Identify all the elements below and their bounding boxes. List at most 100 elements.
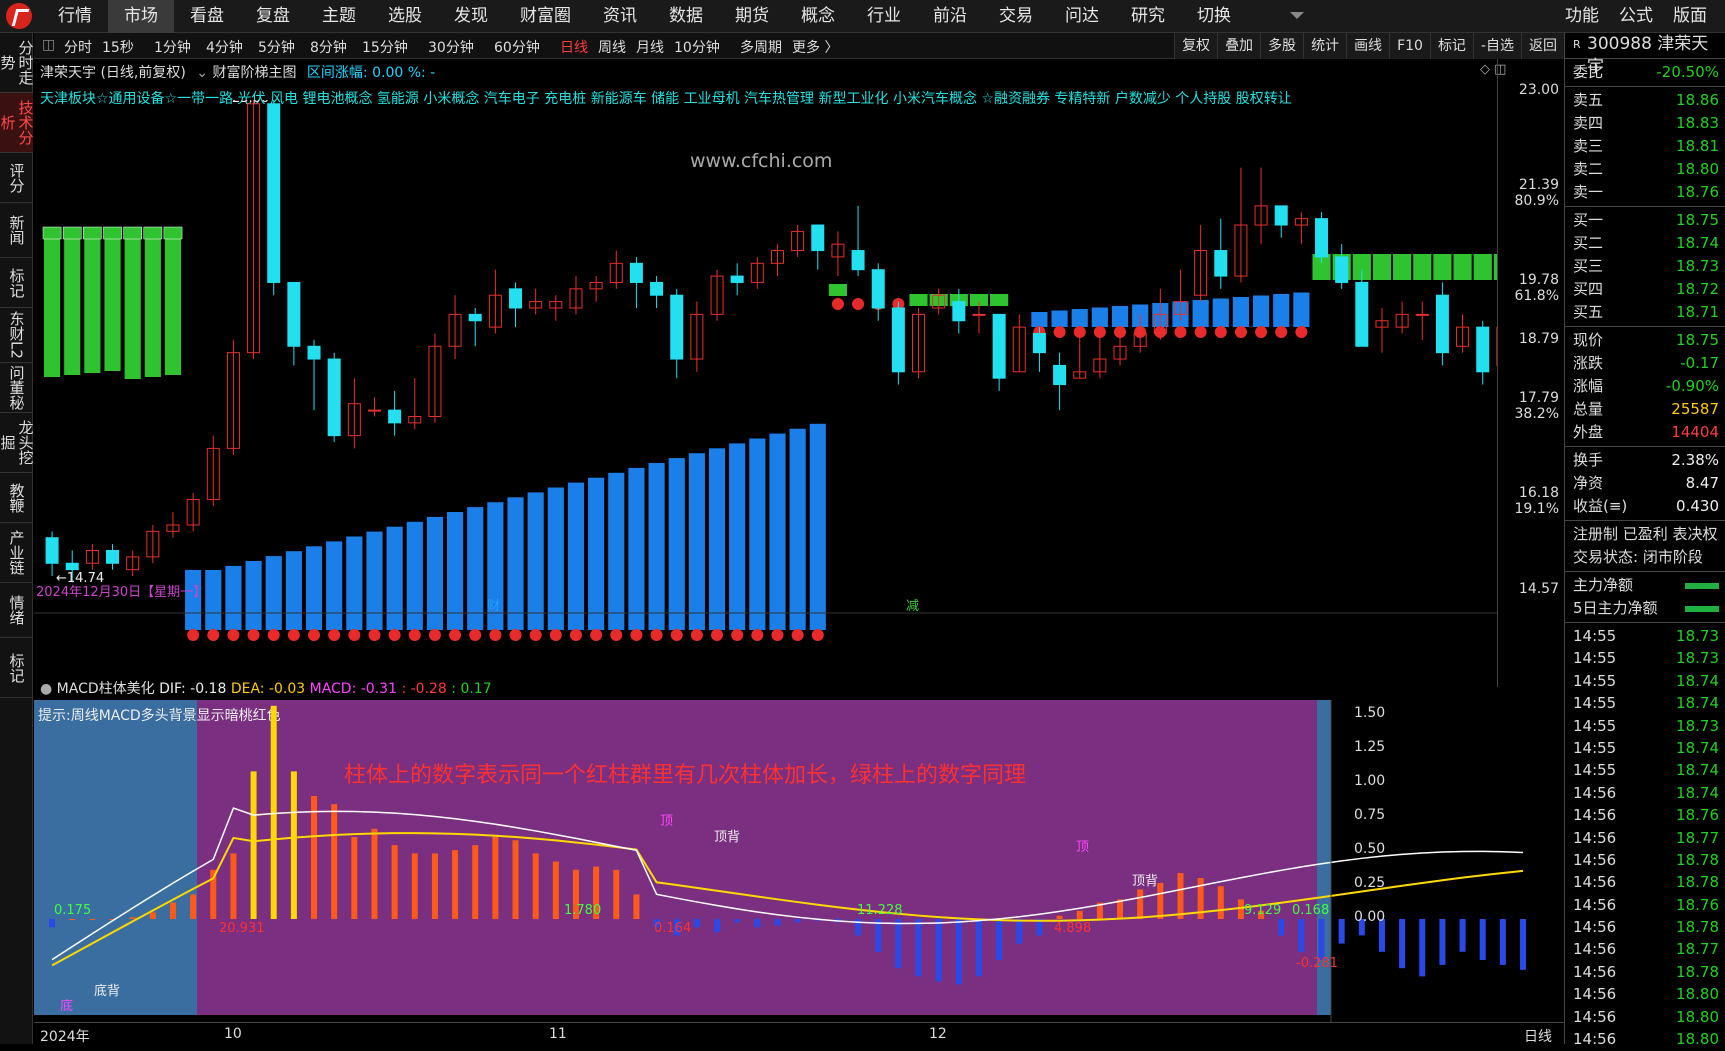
nav-item-8[interactable]: 资讯	[587, 0, 653, 33]
candle-body[interactable]	[1436, 295, 1448, 352]
candle-body[interactable]	[1336, 257, 1348, 283]
candle-body[interactable]	[630, 263, 642, 282]
nav-item-9[interactable]: 数据	[653, 0, 719, 33]
candle-body[interactable]	[852, 251, 864, 270]
candle-body[interactable]	[993, 314, 1005, 378]
sidebar-tab-4[interactable]: 标记	[0, 258, 33, 308]
dropdown-icon[interactable]: ⌄	[196, 65, 208, 81]
candle-body[interactable]	[1054, 365, 1066, 384]
stock-code[interactable]: R300988 津荣天宇	[1565, 33, 1725, 56]
nav-item-10[interactable]: 期货	[719, 0, 785, 33]
period-0[interactable]: 分时	[64, 37, 92, 57]
toolbar-btn-6[interactable]: 标记	[1430, 33, 1473, 59]
bid-row-0[interactable]: 买一18.75	[1565, 209, 1725, 232]
sidebar-tab-11[interactable]: 标记	[0, 638, 33, 698]
candle-body[interactable]	[328, 359, 340, 436]
sidebar-tab-7[interactable]: 龙头挖掘	[0, 413, 33, 473]
candle-body[interactable]	[389, 410, 401, 423]
candle-body[interactable]	[1477, 327, 1489, 372]
period-7[interactable]: 30分钟	[428, 37, 474, 57]
toolbar-btn-1[interactable]: 叠加	[1217, 33, 1260, 59]
candle-body[interactable]	[1316, 219, 1328, 257]
ask-row-3[interactable]: 卖二18.80	[1565, 158, 1725, 181]
sidebar-tab-10[interactable]: 情绪	[0, 583, 33, 638]
candle-body[interactable]	[66, 563, 78, 569]
ask-row-2[interactable]: 卖三18.81	[1565, 135, 1725, 158]
candle-body[interactable]	[268, 104, 280, 283]
period-5[interactable]: 8分钟	[310, 37, 347, 57]
sidebar-tab-5[interactable]: 东财L2	[0, 308, 33, 363]
candle-body[interactable]	[46, 538, 58, 564]
period-12[interactable]: 10分钟	[674, 37, 720, 57]
candle-body[interactable]	[1416, 314, 1428, 315]
sidebar-tab-9[interactable]: 产业链	[0, 523, 33, 583]
period-10[interactable]: 周线	[598, 37, 626, 57]
main-flow-0[interactable]: 主力净额	[1565, 574, 1725, 597]
period-8[interactable]: 60分钟	[494, 37, 540, 57]
nav-item-5[interactable]: 选股	[372, 0, 438, 33]
toolbar-btn-5[interactable]: F10	[1389, 33, 1430, 59]
candle-body[interactable]	[872, 270, 884, 308]
candle-body[interactable]	[731, 276, 743, 282]
nav-item-13[interactable]: 前沿	[917, 0, 983, 33]
candle-body[interactable]	[651, 282, 663, 295]
bid-row-4[interactable]: 买五18.71	[1565, 301, 1725, 324]
macd-name[interactable]: MACD柱体美化	[57, 681, 155, 697]
candle-body[interactable]	[812, 225, 824, 251]
nav-item-2[interactable]: 看盘	[174, 0, 240, 33]
nav-right-item-0[interactable]: 功能	[1555, 0, 1609, 33]
sidebar-tab-0[interactable]: 分时走势	[0, 33, 33, 93]
candle-body[interactable]	[1033, 334, 1045, 353]
candle-body[interactable]	[1215, 251, 1227, 277]
candle-body[interactable]	[973, 314, 985, 315]
candle-body[interactable]	[671, 295, 683, 359]
sidebar-tab-1[interactable]: 技术分析	[0, 93, 33, 153]
period-1[interactable]: 15秒	[102, 37, 134, 57]
candle-body[interactable]	[288, 282, 300, 346]
nav-item-11[interactable]: 概念	[785, 0, 851, 33]
candle-body[interactable]	[1356, 282, 1368, 346]
sidebar-tab-3[interactable]: 新闻	[0, 203, 33, 258]
period-14[interactable]: 更多 〉	[792, 37, 838, 57]
nav-item-14[interactable]: 交易	[983, 0, 1049, 33]
toolbar-btn-4[interactable]: 画线	[1346, 33, 1389, 59]
sidebar-tab-2[interactable]: 评分	[0, 153, 33, 203]
sidebar-tab-6[interactable]: 问董秘	[0, 363, 33, 413]
period-4[interactable]: 5分钟	[258, 37, 295, 57]
nav-right-item-2[interactable]: 版面	[1663, 0, 1717, 33]
app-logo-icon[interactable]	[6, 3, 32, 29]
toolbar-btn-7[interactable]: -自选	[1473, 33, 1521, 59]
nav-item-12[interactable]: 行业	[851, 0, 917, 33]
nav-item-6[interactable]: 发现	[438, 0, 504, 33]
period-11[interactable]: 月线	[636, 37, 664, 57]
period-13[interactable]: 多周期	[740, 37, 782, 57]
candle-body[interactable]	[1275, 206, 1287, 225]
toolbar-btn-8[interactable]: 返回	[1521, 33, 1564, 59]
settings-icon[interactable]: ●	[40, 681, 52, 697]
toolbar-btn-2[interactable]: 多股	[1260, 33, 1303, 59]
candle-body[interactable]	[510, 289, 522, 308]
toolbar-menu-icon[interactable]: ◫	[42, 37, 55, 53]
period-2[interactable]: 1分钟	[154, 37, 191, 57]
chevron-down-icon[interactable]	[1290, 12, 1304, 19]
period-3[interactable]: 4分钟	[206, 37, 243, 57]
candle-body[interactable]	[892, 308, 904, 372]
candle-body[interactable]	[469, 314, 481, 320]
candle-body[interactable]	[308, 346, 320, 359]
period-6[interactable]: 15分钟	[362, 37, 408, 57]
ask-row-0[interactable]: 卖五18.86	[1565, 89, 1725, 112]
nav-item-3[interactable]: 复盘	[240, 0, 306, 33]
nav-right-item-1[interactable]: 公式	[1609, 0, 1663, 33]
bid-row-2[interactable]: 买三18.73	[1565, 255, 1725, 278]
period-9[interactable]: 日线	[560, 37, 588, 57]
candle-body[interactable]	[368, 410, 380, 411]
nav-item-4[interactable]: 主题	[306, 0, 372, 33]
candle-body[interactable]	[953, 302, 965, 321]
nav-item-16[interactable]: 研究	[1115, 0, 1181, 33]
bid-row-1[interactable]: 买二18.74	[1565, 232, 1725, 255]
main-flow-1[interactable]: 5日主力净额	[1565, 597, 1725, 620]
nav-item-15[interactable]: 问达	[1049, 0, 1115, 33]
toolbar-btn-3[interactable]: 统计	[1303, 33, 1346, 59]
toolbar-btn-0[interactable]: 复权	[1174, 33, 1217, 59]
indicator-name[interactable]: 财富阶梯主图	[212, 65, 296, 81]
